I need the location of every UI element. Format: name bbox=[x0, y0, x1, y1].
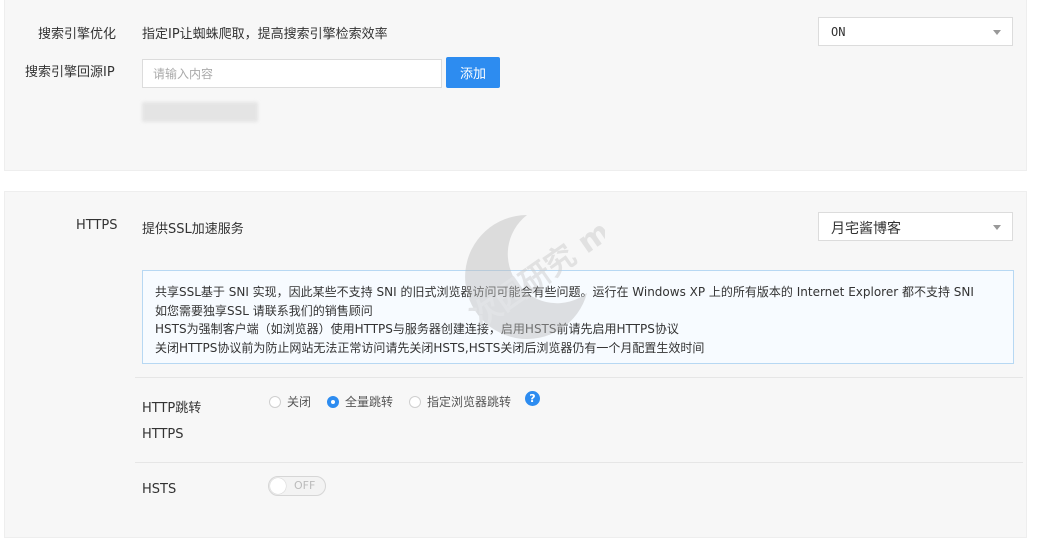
seo-select-value: ON bbox=[831, 25, 846, 39]
moon-watermark-icon: 次园研究 moe.com bbox=[464, 144, 717, 339]
ip-tag-blurred bbox=[142, 102, 258, 122]
help-icon[interactable]: ? bbox=[525, 391, 540, 406]
radio-full-redirect-label: 全量跳转 bbox=[345, 395, 394, 409]
http-redirect-label-2: HTTPS bbox=[142, 427, 184, 442]
radio-circle bbox=[269, 395, 281, 408]
chevron-down-icon bbox=[993, 225, 1001, 230]
radio-circle-checked bbox=[327, 395, 339, 408]
http-redirect-label: HTTP跳转 bbox=[142, 401, 202, 416]
seo-select[interactable]: ON bbox=[818, 17, 1013, 46]
add-button[interactable]: 添加 bbox=[446, 57, 500, 88]
radio-browser-redirect[interactable]: 指定浏览器跳转 bbox=[409, 393, 511, 410]
radio-circle bbox=[409, 395, 421, 408]
divider bbox=[135, 377, 1023, 378]
divider bbox=[135, 462, 1023, 463]
seo-description: 指定IP让蜘蛛爬取，提高搜索引擎检索效率 bbox=[142, 27, 388, 42]
hsts-toggle[interactable]: OFF bbox=[268, 476, 326, 496]
seo-panel: 搜索引擎优化 指定IP让蜘蛛爬取，提高搜索引擎检索效率 ON 搜索引擎回源IP … bbox=[4, 0, 1027, 171]
radio-browser-redirect-label: 指定浏览器跳转 bbox=[427, 395, 512, 409]
radio-off-label: 关闭 bbox=[287, 395, 312, 409]
https-description: 提供SSL加速服务 bbox=[142, 222, 244, 237]
watermark-logo: 次园研究 moe.com bbox=[455, 144, 717, 345]
ssl-cert-select-value: 月宅酱博客 bbox=[831, 221, 901, 237]
ip-input[interactable] bbox=[142, 59, 442, 88]
radio-off[interactable]: 关闭 bbox=[269, 393, 311, 410]
radio-full-redirect[interactable]: 全量跳转 bbox=[327, 393, 393, 410]
toggle-knob bbox=[270, 478, 286, 494]
hsts-toggle-label: OFF bbox=[294, 479, 316, 492]
ssl-cert-select[interactable]: 月宅酱博客 bbox=[818, 212, 1013, 241]
chevron-down-icon bbox=[993, 30, 1001, 35]
source-ip-label: 搜索引擎回源IP bbox=[25, 65, 115, 80]
https-label: HTTPS bbox=[76, 218, 118, 233]
seo-label: 搜索引擎优化 bbox=[38, 27, 117, 42]
hsts-label: HSTS bbox=[142, 482, 177, 497]
